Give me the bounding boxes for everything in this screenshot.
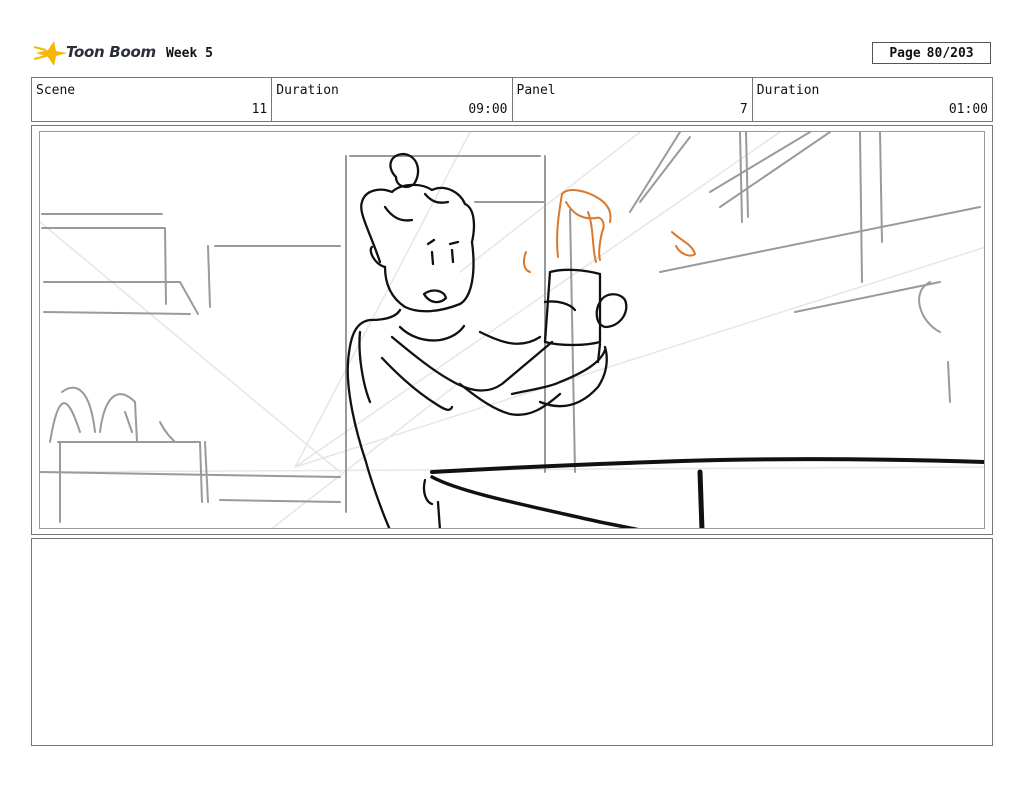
logo-text: Toon Boom xyxy=(66,43,156,61)
scene-value: 11 xyxy=(251,102,268,117)
panel-duration-value: 01:00 xyxy=(948,102,988,117)
panel-label: Panel xyxy=(516,83,556,98)
page-value: 80/203 xyxy=(926,45,974,61)
project-title: Week 5 xyxy=(166,46,213,61)
panel-value: 7 xyxy=(739,102,748,117)
background-sketch xyxy=(40,132,981,523)
panel-notes-box xyxy=(31,538,993,746)
panel-duration-cell: Duration 01:00 xyxy=(753,78,992,121)
scene-duration-value: 09:00 xyxy=(468,102,508,117)
scene-label: Scene xyxy=(36,83,76,98)
toon-boom-logo: Toon Boom xyxy=(33,38,156,68)
scene-duration-cell: Duration 09:00 xyxy=(272,78,513,121)
panel-duration-label: Duration xyxy=(756,83,820,98)
scene-duration-label: Duration xyxy=(276,83,339,98)
panel-info-row: Scene 11 Duration 09:00 Panel 7 Duration… xyxy=(31,77,993,122)
page-indicator: Page 80/203 xyxy=(872,42,991,64)
page-label: Page xyxy=(889,45,921,61)
logo-star-icon xyxy=(33,41,67,66)
storyboard-drawing xyxy=(39,131,985,529)
storyboard-panel-frame xyxy=(31,125,993,535)
scene-cell: Scene 11 xyxy=(32,78,273,121)
panel-cell: Panel 7 xyxy=(513,78,753,121)
sketch-image xyxy=(40,132,984,528)
